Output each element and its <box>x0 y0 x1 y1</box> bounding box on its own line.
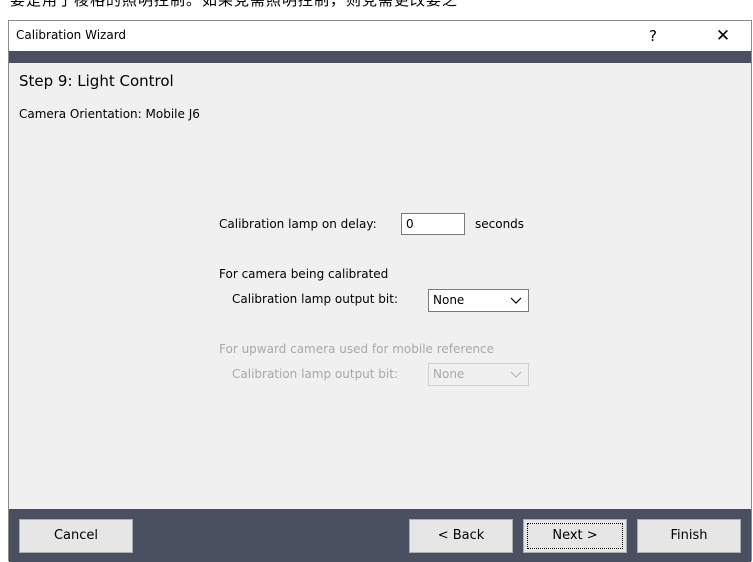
background-text-content: 要是用了棱格的照明控制。如果党需照明控制，则党需更改要之 <box>10 0 459 9</box>
calibrated-output-label: Calibration lamp output bit: <box>232 292 399 306</box>
upward-output-value: None <box>433 367 465 381</box>
header-band <box>9 51 751 63</box>
lamp-delay-input[interactable]: 0 <box>401 213 465 235</box>
background-text: 要是用了棱格的照明控制。如果党需照明控制，则党需更改要之 <box>0 0 753 20</box>
chevron-down-icon <box>510 371 522 378</box>
calibrated-camera-heading: For camera being calibrated <box>219 267 389 281</box>
upward-camera-heading: For upward camera used for mobile refere… <box>219 342 495 356</box>
calibrated-output-value: None <box>433 293 465 307</box>
title-bar: Calibration Wizard ? ✕ <box>9 21 751 51</box>
window-title: Calibration Wizard <box>16 28 127 42</box>
wizard-content: Step 9: Light Control Camera Orientation… <box>9 63 751 509</box>
back-button[interactable]: < Back <box>409 519 513 553</box>
calibrated-output-select[interactable]: None <box>428 289 529 312</box>
camera-orientation-label: Camera Orientation: Mobile J6 <box>19 107 200 121</box>
lamp-delay-units: seconds <box>475 217 525 231</box>
cancel-button[interactable]: Cancel <box>19 519 133 553</box>
chevron-down-icon <box>510 297 522 304</box>
calibration-wizard-dialog: Calibration Wizard ? ✕ Step 9: Light Con… <box>8 20 752 562</box>
step-title: Step 9: Light Control <box>19 72 174 90</box>
focus-rectangle <box>527 523 623 549</box>
next-button[interactable]: Next > <box>523 519 627 553</box>
close-button[interactable]: ✕ <box>709 24 737 48</box>
upward-output-label: Calibration lamp output bit: <box>232 367 399 381</box>
finish-button[interactable]: Finish <box>637 519 741 553</box>
lamp-delay-label: Calibration lamp on delay: <box>219 217 377 231</box>
upward-output-select: None <box>428 363 529 386</box>
help-button[interactable]: ? <box>641 24 665 48</box>
